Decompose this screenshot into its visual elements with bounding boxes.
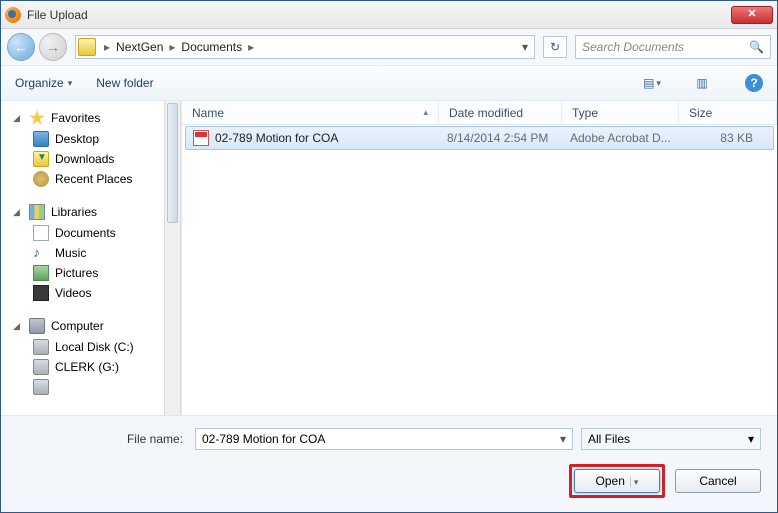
sidebar-item-clerk[interactable]: CLERK (G:) xyxy=(7,357,164,377)
sidebar-item-music[interactable]: ♪Music xyxy=(7,243,164,263)
file-pane: Name▴ Date modified Type Size 02-789 Mot… xyxy=(181,101,777,415)
forward-button[interactable]: → xyxy=(39,33,67,61)
sidebar-item-blank[interactable] xyxy=(7,377,164,397)
column-header-type[interactable]: Type xyxy=(562,101,679,124)
sidebar-item-downloads[interactable]: ▼Downloads xyxy=(7,149,164,169)
toolbar: Organize ▾ New folder ▤ ▾ ▥ ? xyxy=(1,65,777,101)
sidebar-item-documents[interactable]: Documents xyxy=(7,223,164,243)
firefox-icon xyxy=(5,7,21,23)
sidebar-item-pictures[interactable]: Pictures xyxy=(7,263,164,283)
filename-dropdown-icon[interactable]: ▾ xyxy=(560,432,566,446)
sidebar-group-favorites[interactable]: ◢Favorites xyxy=(7,107,164,129)
folder-icon xyxy=(78,38,96,56)
filter-label: All Files xyxy=(588,432,630,446)
close-button[interactable]: ✕ xyxy=(731,6,773,24)
search-input[interactable]: Search Documents 🔍 xyxy=(575,35,771,59)
file-row[interactable]: 02-789 Motion for COA 8/14/2014 2:54 PM … xyxy=(185,126,774,150)
breadcrumb-item-documents[interactable]: Documents xyxy=(179,40,244,54)
file-size: 83 KB xyxy=(687,131,773,145)
sidebar-item-desktop[interactable]: Desktop xyxy=(7,129,164,149)
file-filter-dropdown[interactable]: All Files ▾ xyxy=(581,428,761,450)
back-arrow-icon: ← xyxy=(14,39,28,55)
window-title: File Upload xyxy=(27,8,731,22)
sort-asc-icon: ▴ xyxy=(423,107,428,118)
filename-input[interactable]: 02-789 Motion for COA ▾ xyxy=(195,428,573,450)
chevron-down-icon: ▾ xyxy=(748,432,754,446)
chevron-down-icon: ▾ xyxy=(656,78,661,89)
filename-label: File name: xyxy=(17,432,187,446)
pictures-icon xyxy=(33,265,49,281)
music-icon: ♪ xyxy=(33,245,49,261)
breadcrumb-dropdown-icon[interactable]: ▾ xyxy=(518,40,532,54)
breadcrumb-sep-icon: ▸ xyxy=(165,40,179,54)
column-header-name[interactable]: Name▴ xyxy=(182,101,439,124)
document-icon xyxy=(33,225,49,241)
open-button-highlight: Open▾ xyxy=(569,464,665,498)
organize-button[interactable]: Organize ▾ xyxy=(15,76,72,90)
chevron-down-icon: ▾ xyxy=(68,78,73,89)
search-icon: 🔍 xyxy=(749,40,764,54)
file-type: Adobe Acrobat D... xyxy=(570,131,687,145)
breadcrumb-bar[interactable]: ▸ NextGen ▸ Documents ▸ ▾ xyxy=(75,35,535,59)
view-options-button[interactable]: ▤ ▾ xyxy=(639,72,665,94)
drive-icon xyxy=(33,339,49,355)
body: ◢Favorites Desktop ▼Downloads Recent Pla… xyxy=(1,101,777,415)
sidebar-item-localdisk[interactable]: Local Disk (C:) xyxy=(7,337,164,357)
libraries-icon xyxy=(29,204,45,220)
computer-icon xyxy=(29,318,45,334)
star-icon xyxy=(29,110,45,126)
filename-value: 02-789 Motion for COA xyxy=(202,432,325,446)
breadcrumb-item-nextgen[interactable]: NextGen xyxy=(114,40,165,54)
sidebar-scrollbar[interactable] xyxy=(164,101,181,415)
drive-icon xyxy=(33,359,49,375)
bottom-panel: File name: 02-789 Motion for COA ▾ All F… xyxy=(1,415,777,512)
search-placeholder: Search Documents xyxy=(582,40,684,54)
file-list: 02-789 Motion for COA 8/14/2014 2:54 PM … xyxy=(182,125,777,415)
file-name: 02-789 Motion for COA xyxy=(215,131,447,145)
nav-row: ← → ▸ NextGen ▸ Documents ▸ ▾ ↻ Search D… xyxy=(1,29,777,65)
back-button[interactable]: ← xyxy=(7,33,35,61)
downloads-icon: ▼ xyxy=(33,151,49,167)
recent-icon xyxy=(33,171,49,187)
preview-pane-button[interactable]: ▥ xyxy=(689,72,715,94)
preview-icon: ▥ xyxy=(696,76,707,90)
sidebar-group-computer[interactable]: ◢Computer xyxy=(7,315,164,337)
file-upload-dialog: File Upload ✕ ← → ▸ NextGen ▸ Documents … xyxy=(0,0,778,513)
open-split-icon[interactable]: ▾ xyxy=(630,477,639,487)
new-folder-button[interactable]: New folder xyxy=(96,76,153,90)
file-date: 8/14/2014 2:54 PM xyxy=(447,131,570,145)
sidebar-item-recent[interactable]: Recent Places xyxy=(7,169,164,189)
scrollbar-thumb[interactable] xyxy=(167,103,178,223)
titlebar: File Upload ✕ xyxy=(1,1,777,29)
videos-icon xyxy=(33,285,49,301)
sidebar-item-videos[interactable]: Videos xyxy=(7,283,164,303)
sidebar: ◢Favorites Desktop ▼Downloads Recent Pla… xyxy=(1,101,164,415)
breadcrumb-sep-icon: ▸ xyxy=(244,40,258,54)
column-header-size[interactable]: Size xyxy=(679,101,777,124)
open-button[interactable]: Open▾ xyxy=(574,469,660,493)
refresh-icon: ↻ xyxy=(550,40,560,54)
pdf-icon xyxy=(193,130,209,146)
desktop-icon xyxy=(33,131,49,147)
forward-arrow-icon: → xyxy=(46,39,60,55)
column-header-row: Name▴ Date modified Type Size xyxy=(182,101,777,125)
cancel-button[interactable]: Cancel xyxy=(675,469,761,493)
view-icon: ▤ xyxy=(643,76,654,90)
drive-icon xyxy=(33,379,49,395)
breadcrumb-sep-icon: ▸ xyxy=(100,40,114,54)
help-button[interactable]: ? xyxy=(745,74,763,92)
sidebar-group-libraries[interactable]: ◢Libraries xyxy=(7,201,164,223)
column-header-date[interactable]: Date modified xyxy=(439,101,562,124)
refresh-button[interactable]: ↻ xyxy=(543,36,567,58)
